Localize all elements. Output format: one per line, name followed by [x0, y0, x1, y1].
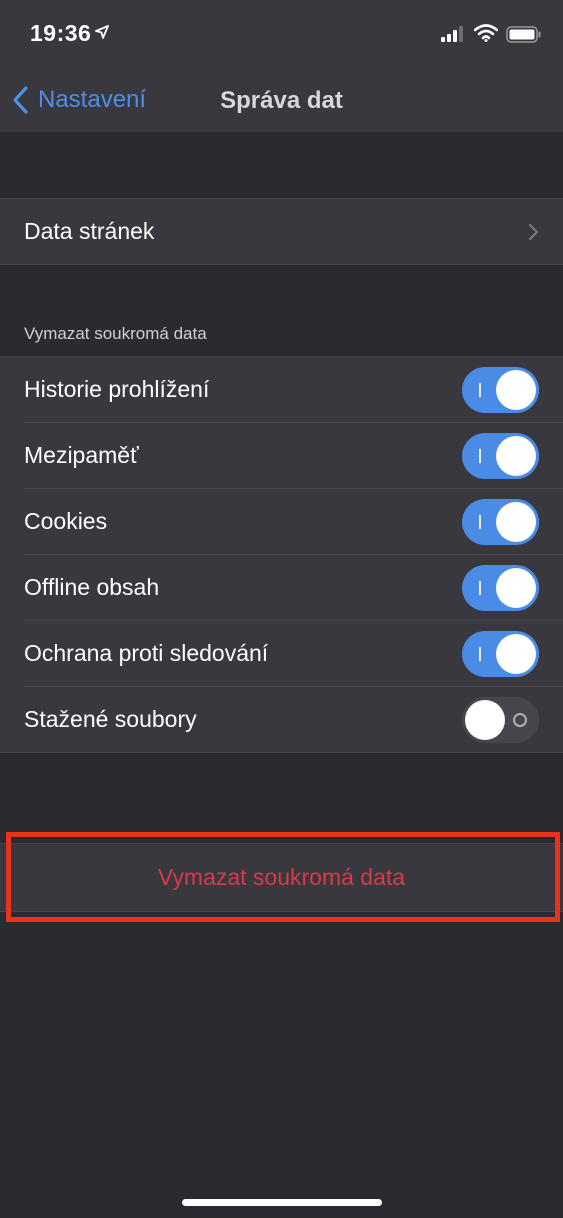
toggle-knob	[496, 634, 536, 674]
toggle-row-cookies: Cookies	[24, 489, 563, 555]
toggle-label: Historie prohlížení	[24, 376, 210, 402]
site-data-group: Data stránek	[0, 198, 563, 265]
home-indicator	[182, 1199, 382, 1206]
battery-icon	[506, 26, 541, 43]
cache-toggle[interactable]	[462, 433, 539, 479]
clear-data-group: Vymazat soukromá data	[0, 843, 563, 912]
toggle-knob	[496, 370, 536, 410]
site-data-cell[interactable]: Data stránek	[24, 199, 563, 264]
toggle-knob	[496, 568, 536, 608]
toggle-label: Ochrana proti sledování	[24, 640, 269, 666]
toggle-label: Offline obsah	[24, 574, 160, 600]
toggle-row-cache: Mezipaměť	[24, 423, 563, 489]
toggle-label: Cookies	[24, 508, 108, 534]
tracking-protection-toggle[interactable]	[462, 631, 539, 677]
status-time: 19:36	[30, 20, 92, 46]
clear-private-data-button[interactable]: Vymazat soukromá data	[0, 844, 563, 911]
cellular-signal-icon	[441, 26, 463, 42]
toggle-row-offline-content: Offline obsah	[24, 555, 563, 621]
toggle-row-downloaded-files: Stažené soubory	[24, 687, 563, 752]
status-bar: 19:36	[0, 0, 563, 70]
toggle-row-tracking-protection: Ochrana proti sledování	[24, 621, 563, 687]
privacy-toggle-list: Historie prohlížení Mezipaměť Cookies Of…	[0, 356, 563, 753]
location-arrow-icon	[95, 25, 109, 39]
toggle-label: Stažené soubory	[24, 706, 197, 732]
cookies-toggle[interactable]	[462, 499, 539, 545]
page-title: Správa dat	[0, 87, 563, 115]
toggle-label: Mezipaměť	[24, 442, 139, 468]
navigation-bar: Nastavení Správa dat	[0, 70, 563, 133]
toggle-row-history: Historie prohlížení	[24, 357, 563, 423]
history-toggle[interactable]	[462, 367, 539, 413]
site-data-label: Data stránek	[24, 218, 155, 244]
toggle-knob	[465, 700, 505, 740]
chevron-right-icon	[528, 223, 539, 241]
toggle-knob	[496, 502, 536, 542]
wifi-icon	[474, 24, 498, 42]
page-title-text: Správa dat	[220, 87, 343, 114]
offline-content-toggle[interactable]	[462, 565, 539, 611]
toggle-knob	[496, 436, 536, 476]
downloaded-files-toggle[interactable]	[462, 697, 539, 743]
section-header: Vymazat soukromá data	[24, 324, 207, 343]
